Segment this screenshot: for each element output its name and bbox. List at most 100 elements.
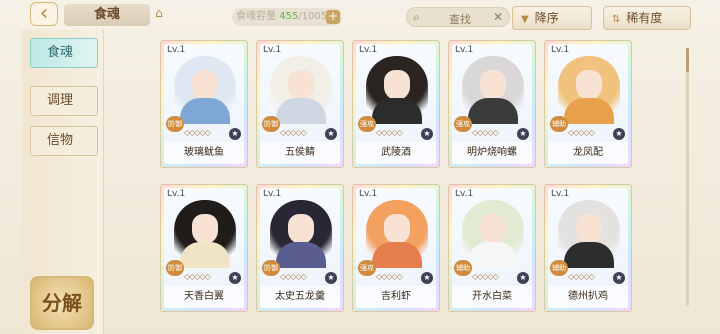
character-card[interactable]: Lv.1 防御 ◇◇◇◇◇ ★ 太史五龙羹 [256,184,344,312]
character-name: 五侯鲭 [260,142,340,164]
star-icons: ◇◇◇◇◇ [376,272,403,281]
add-capacity-button[interactable]: + [326,10,340,24]
star-icons: ◇◇◇◇◇ [184,128,211,137]
character-portrait [462,200,524,268]
character-name: 明炉烧响螺 [452,142,532,164]
sort-order-button[interactable]: ▼ 降序 [512,6,592,30]
portrait-body [564,98,614,124]
tab-conditioning[interactable]: 调理 [30,86,98,116]
card-level: Lv.1 [263,189,282,199]
element-icon: ★ [325,128,337,140]
character-card[interactable]: Lv.1 辅助 ◇◇◇◇◇ ★ 龙凤配 [544,40,632,168]
portrait-body [180,242,230,268]
type-badge: 强攻 [358,260,376,276]
home-icon[interactable]: ⌂ [152,6,166,20]
card-frame: Lv.1 辅助 ◇◇◇◇◇ ★ 龙凤配 [548,44,628,164]
character-name: 龙凤配 [548,142,628,164]
character-portrait [558,200,620,268]
scrollbar[interactable] [686,48,689,306]
character-card[interactable]: Lv.1 辅助 ◇◇◇◇◇ ★ 开水白菜 [448,184,536,312]
card-level: Lv.1 [455,189,474,199]
character-card[interactable]: Lv.1 辅助 ◇◇◇◇◇ ★ 德州扒鸡 [544,184,632,312]
character-portrait [270,200,332,268]
search-icon: ⌕ [413,10,420,24]
search-placeholder: 查找 [449,13,471,26]
card-level: Lv.1 [455,45,474,55]
sort-rarity-label: 稀有度 [626,11,663,25]
character-card[interactable]: Lv.1 强攻 ◇◇◇◇◇ ★ 武陵酒 [352,40,440,168]
decompose-button[interactable]: 分解 [30,276,94,330]
card-frame: Lv.1 防御 ◇◇◇◇◇ ★ 玻璃鱿鱼 [164,44,244,164]
star-icons: ◇◇◇◇◇ [184,272,211,281]
portrait-body [180,98,230,124]
character-name: 德州扒鸡 [548,286,628,308]
star-icons: ◇◇◇◇◇ [472,128,499,137]
card-level: Lv.1 [359,45,378,55]
tab-food-soul[interactable]: 食魂 [30,38,98,68]
top-bar: ‹ 食魂 ⌂ 食魂容量 455/1005 + ⌕ 查找 ✕ ▼ 降序 ⇅ 稀有度 [0,0,720,36]
card-level: Lv.1 [167,189,186,199]
card-frame: Lv.1 强攻 ◇◇◇◇◇ ★ 武陵酒 [356,44,436,164]
back-arrow-icon[interactable]: ‹ [30,2,58,26]
card-frame: Lv.1 防御 ◇◇◇◇◇ ★ 太史五龙羹 [260,188,340,308]
element-icon: ★ [613,128,625,140]
card-frame: Lv.1 强攻 ◇◇◇◇◇ ★ 明炉烧响螺 [452,44,532,164]
element-icon: ★ [229,272,241,284]
search-input[interactable]: ⌕ 查找 ✕ [406,7,510,27]
capacity-label: 食魂容量 [236,11,276,22]
card-frame: Lv.1 辅助 ◇◇◇◇◇ ★ 德州扒鸡 [548,188,628,308]
card-frame: Lv.1 防御 ◇◇◇◇◇ ★ 天香白翼 [164,188,244,308]
card-level: Lv.1 [551,45,570,55]
character-card[interactable]: Lv.1 强攻 ◇◇◇◇◇ ★ 吉利虾 [352,184,440,312]
scrollbar-thumb[interactable] [686,48,689,72]
type-badge: 防御 [166,260,184,276]
portrait-face [192,70,218,100]
card-frame: Lv.1 强攻 ◇◇◇◇◇ ★ 吉利虾 [356,188,436,308]
element-icon: ★ [421,128,433,140]
character-name: 太史五龙羹 [260,286,340,308]
sort-rarity-button[interactable]: ⇅ 稀有度 [603,6,691,30]
character-card[interactable]: Lv.1 防御 ◇◇◇◇◇ ★ 天香白翼 [160,184,248,312]
portrait-face [288,70,314,100]
tab-tokens[interactable]: 信物 [30,126,98,156]
close-icon[interactable]: ✕ [493,10,503,24]
element-icon: ★ [517,128,529,140]
card-level: Lv.1 [167,45,186,55]
portrait-body [468,98,518,124]
portrait-face [192,214,218,244]
element-icon: ★ [229,128,241,140]
sort-down-icon: ▼ [521,14,529,25]
type-badge: 辅助 [550,260,568,276]
capacity-max: /1005 [298,11,328,22]
character-name: 天香白翼 [164,286,244,308]
element-icon: ★ [325,272,337,284]
type-badge: 防御 [166,116,184,132]
portrait-body [276,98,326,124]
star-icons: ◇◇◇◇◇ [568,128,595,137]
portrait-face [288,214,314,244]
portrait-face [384,70,410,100]
character-card[interactable]: Lv.1 防御 ◇◇◇◇◇ ★ 玻璃鱿鱼 [160,40,248,168]
star-icons: ◇◇◇◇◇ [472,272,499,281]
portrait-face [576,214,602,244]
type-badge: 防御 [262,260,280,276]
element-icon: ★ [421,272,433,284]
character-portrait [174,200,236,268]
character-name: 吉利虾 [356,286,436,308]
character-name: 开水白菜 [452,286,532,308]
element-icon: ★ [613,272,625,284]
star-icons: ◇◇◇◇◇ [280,128,307,137]
character-card[interactable]: Lv.1 强攻 ◇◇◇◇◇ ★ 明炉烧响螺 [448,40,536,168]
capacity-current: 455 [279,11,299,22]
card-grid: Lv.1 防御 ◇◇◇◇◇ ★ 玻璃鱿鱼 Lv.1 防御 ◇◇◇◇◇ ★ 五侯鲭… [160,40,680,334]
character-card[interactable]: Lv.1 防御 ◇◇◇◇◇ ★ 五侯鲭 [256,40,344,168]
portrait-body [468,242,518,268]
character-portrait [462,56,524,124]
type-badge: 强攻 [454,116,472,132]
card-level: Lv.1 [263,45,282,55]
page-title: 食魂 [64,4,150,26]
portrait-body [564,242,614,268]
card-frame: Lv.1 辅助 ◇◇◇◇◇ ★ 开水白菜 [452,188,532,308]
portrait-body [372,242,422,268]
type-badge: 强攻 [358,116,376,132]
